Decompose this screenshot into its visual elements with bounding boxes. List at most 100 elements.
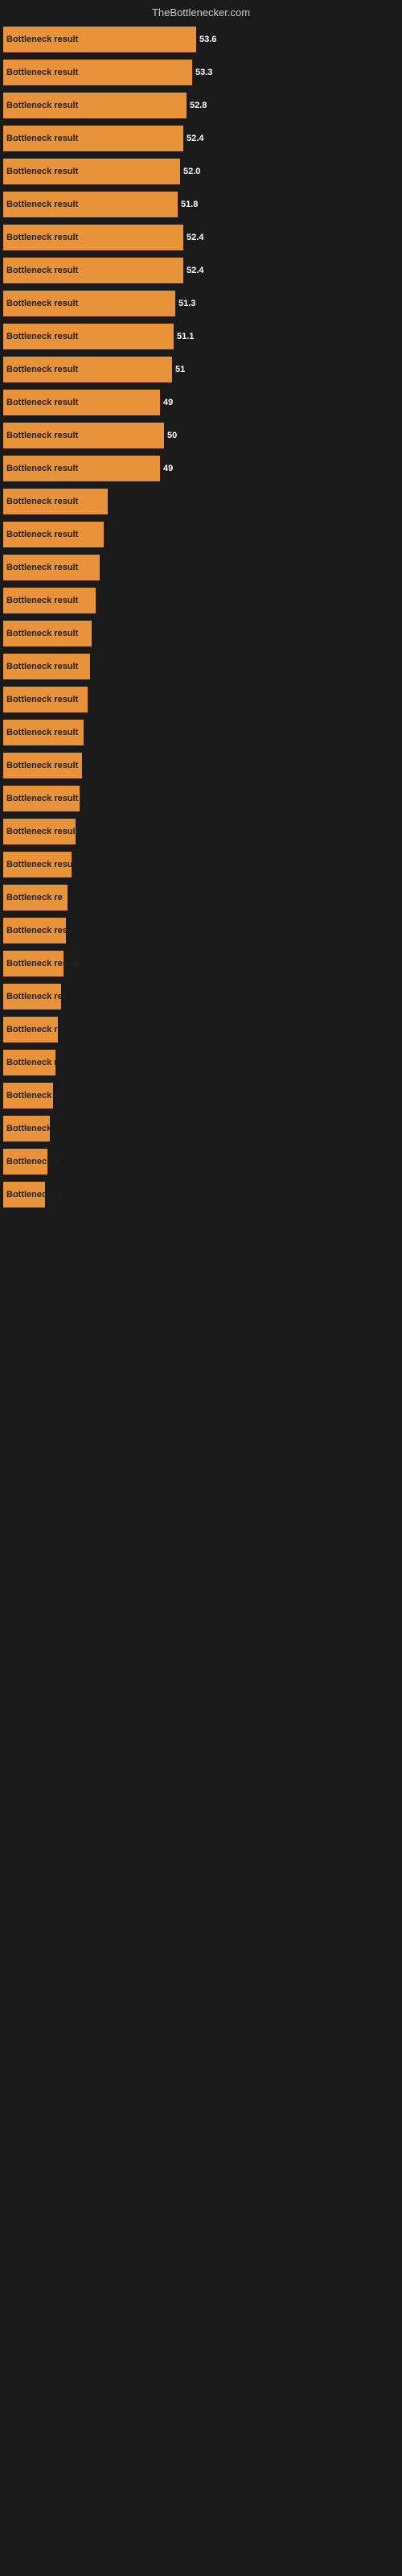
- bar: Bottleneck result: [3, 357, 172, 382]
- bar-label: Bottleneck resu: [6, 926, 75, 935]
- bar: Bottleneck result: [3, 588, 96, 613]
- bar: Bottleneck result: [3, 621, 92, 646]
- bar-row: Bottleneck result: [3, 651, 402, 682]
- bar-row: Bottleneck result51.3: [3, 288, 402, 319]
- bar: Bottleneck result: [3, 225, 183, 250]
- bar: Bottleneck re: [3, 1182, 45, 1208]
- bar-row: Bottleneck result 49: [3, 453, 402, 484]
- bar-row: Bottleneck v: [3, 1080, 402, 1111]
- bar-label: Bottleneck res: [6, 992, 69, 1001]
- bar-row: Bottleneck re: [3, 1179, 402, 1210]
- bar-row: Bottleneck result: [3, 585, 402, 616]
- bar-row: Bottleneck result49: [3, 387, 402, 418]
- bar-value: 51: [175, 365, 185, 374]
- bar-row: Bottleneck: [3, 1113, 402, 1144]
- bar-label: Bottleneck result: [6, 827, 80, 836]
- bar: Bottleneck res: [3, 984, 61, 1009]
- bar-label: Bottleneck re: [6, 1190, 64, 1199]
- bar: Bottleneck result: [3, 951, 64, 976]
- bar: Bottleneck resu: [3, 918, 66, 943]
- bar-value: 53.6: [199, 35, 216, 44]
- bar: Bottleneck v: [3, 1083, 53, 1108]
- bar-label: Bottleneck result: [6, 101, 80, 110]
- bar-row: Bottleneck result51.1: [3, 321, 402, 352]
- bar-row: Bottleneck r: [3, 1014, 402, 1045]
- bar: Bottleneck result: [3, 522, 104, 547]
- bar-row: Bottleneck resu: [3, 849, 402, 880]
- bar-label: Bottleneck r: [6, 1058, 59, 1067]
- bar-label: Bottleneck result: [6, 761, 80, 770]
- site-header: TheBottlenecker.com: [0, 0, 402, 22]
- bar: Bottleneck result: [3, 720, 84, 745]
- bar-value: 49: [163, 464, 173, 473]
- bar-label: Bottleneck result: [6, 959, 80, 968]
- bar-label: Bottleneck result: [6, 563, 80, 572]
- bar: Bottleneck result: [3, 819, 76, 844]
- bar-label: Bottleneck result: [6, 200, 80, 209]
- bar: Bottleneck: [3, 1116, 50, 1141]
- bar-label: Bottleneck s: [6, 1157, 60, 1166]
- bar-label: Bottleneck result: [6, 596, 80, 605]
- bar-row: Bottleneck r: [3, 1047, 402, 1078]
- bar-label: Bottleneck result: [6, 695, 80, 704]
- bar-row: Bottleneck result: [3, 519, 402, 550]
- bar-row: Bottleneck result: [3, 948, 402, 979]
- bar-value: 52.0: [183, 167, 200, 176]
- bar-label: Bottleneck result: [6, 134, 80, 143]
- bar: Bottleneck result: [3, 687, 88, 712]
- bar-row: Bottleneck result 52.4: [3, 255, 402, 286]
- bar-label: Bottleneck result: [6, 398, 80, 407]
- bar: Bottleneck result: [3, 786, 80, 811]
- bar-row: Bottleneck result: [3, 552, 402, 583]
- bar: Bottleneck result: [3, 753, 82, 778]
- bar: Bottleneck result: [3, 324, 174, 349]
- bar-label: Bottleneck result: [6, 167, 80, 176]
- bar: Bottleneck result: [3, 423, 164, 448]
- bar: Bottleneck result: [3, 390, 160, 415]
- bar-value: 51.3: [178, 299, 195, 308]
- bar-value: 53.3: [195, 68, 212, 77]
- bar-label: Bottleneck result: [6, 794, 80, 803]
- site-title: TheBottlenecker.com: [152, 6, 250, 19]
- bar-label: Bottleneck v: [6, 1091, 60, 1100]
- bar-label: Bottleneck resu: [6, 860, 75, 869]
- bar-row: Bottleneck result: [3, 486, 402, 517]
- bar-label: Bottleneck result: [6, 629, 80, 638]
- bar-label: Bottleneck result: [6, 497, 80, 506]
- bar-row: Bottleneck result 53.3: [3, 57, 402, 88]
- bar: Bottleneck s: [3, 1149, 47, 1174]
- bar: Bottleneck re: [3, 885, 68, 910]
- bar-row: Bottleneck result 52.0: [3, 156, 402, 187]
- bar: Bottleneck r: [3, 1050, 55, 1075]
- bar-row: Bottleneck re: [3, 882, 402, 913]
- bar-row: Bottleneck result 52.4: [3, 222, 402, 253]
- bar-label: Bottleneck result: [6, 530, 80, 539]
- bar: Bottleneck result: [3, 258, 183, 283]
- bar: Bottleneck result: [3, 126, 183, 151]
- bar-label: Bottleneck result: [6, 365, 80, 374]
- bar-row: Bottleneck s: [3, 1146, 402, 1177]
- bar-row: Bottleneck result: [3, 618, 402, 649]
- bar-label: Bottleneck: [6, 1124, 53, 1133]
- bar-row: Bottleneck result50: [3, 420, 402, 451]
- bar-row: Bottleneck result52.8: [3, 90, 402, 121]
- bar-label: Bottleneck result: [6, 68, 80, 77]
- bar-row: Bottleneck result: [3, 684, 402, 715]
- bar: Bottleneck result: [3, 93, 187, 118]
- bar-row: Bottleneck result: [3, 816, 402, 847]
- bar: Bottleneck result: [3, 159, 180, 184]
- bar: Bottleneck result: [3, 654, 90, 679]
- bar-label: Bottleneck r: [6, 1025, 59, 1034]
- bar-label: Bottleneck result: [6, 35, 80, 44]
- bar-row: Bottleneck result52.4: [3, 123, 402, 154]
- bar-value: 52.4: [187, 233, 203, 242]
- bar-label: Bottleneck result: [6, 464, 80, 473]
- bar: Bottleneck result: [3, 555, 100, 580]
- bar: Bottleneck r: [3, 1017, 58, 1042]
- bar-row: Bottleneck res: [3, 981, 402, 1012]
- bar-label: Bottleneck result: [6, 332, 80, 341]
- bar-value: 52.4: [187, 266, 203, 275]
- bar-value: 51.8: [181, 200, 198, 209]
- bar: Bottleneck result: [3, 489, 108, 514]
- bar: Bottleneck result: [3, 456, 160, 481]
